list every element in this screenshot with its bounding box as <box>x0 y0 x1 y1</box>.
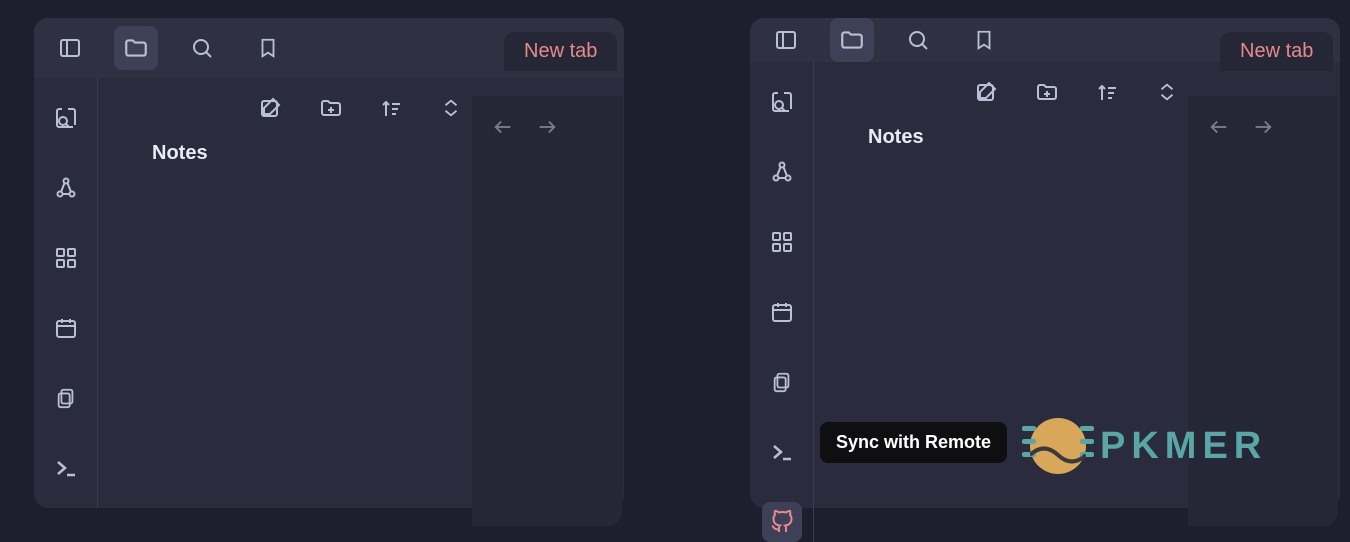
github-sync-icon[interactable] <box>762 502 802 542</box>
graph-icon[interactable] <box>46 168 86 208</box>
calendar-icon[interactable] <box>762 292 802 332</box>
folder-icon[interactable] <box>830 18 874 62</box>
nav-forward-icon[interactable] <box>1252 116 1274 138</box>
new-folder-icon[interactable] <box>315 92 347 124</box>
search-icon[interactable] <box>180 26 224 70</box>
command-icon[interactable] <box>762 432 802 472</box>
search-icon[interactable] <box>896 18 940 62</box>
left-rail <box>750 62 814 542</box>
new-note-icon[interactable] <box>971 76 1003 108</box>
watermark-text: PKMER <box>1100 425 1267 468</box>
app-window-left: New tab <box>34 18 624 508</box>
sidebar-toggle-icon[interactable] <box>764 18 808 62</box>
command-icon[interactable] <box>46 448 86 488</box>
new-note-icon[interactable] <box>255 92 287 124</box>
top-toolbar: New tab <box>34 18 624 78</box>
bookmark-icon[interactable] <box>962 18 1006 62</box>
quick-switcher-icon[interactable] <box>762 82 802 122</box>
collapse-icon[interactable] <box>1151 76 1183 108</box>
editor-pane <box>472 96 622 526</box>
graph-icon[interactable] <box>762 152 802 192</box>
calendar-icon[interactable] <box>46 308 86 348</box>
bookmark-icon[interactable] <box>246 26 290 70</box>
tooltip-sync: Sync with Remote <box>820 422 1007 463</box>
sidebar-toggle-icon[interactable] <box>48 26 92 70</box>
nav-back-icon[interactable] <box>492 116 514 138</box>
watermark-logo-icon <box>1030 418 1086 474</box>
watermark: PKMER <box>1030 418 1267 474</box>
collapse-icon[interactable] <box>435 92 467 124</box>
new-folder-icon[interactable] <box>1031 76 1063 108</box>
quick-switcher-icon[interactable] <box>46 98 86 138</box>
templates-icon[interactable] <box>762 362 802 402</box>
nav-back-icon[interactable] <box>1208 116 1230 138</box>
tab-new[interactable]: New tab <box>504 32 617 71</box>
folder-icon[interactable] <box>114 26 158 70</box>
templates-icon[interactable] <box>46 378 86 418</box>
left-rail <box>34 78 98 508</box>
canvas-icon[interactable] <box>46 238 86 278</box>
top-toolbar: New tab <box>750 18 1340 62</box>
canvas-icon[interactable] <box>762 222 802 262</box>
tab-new[interactable]: New tab <box>1220 32 1333 71</box>
sort-icon[interactable] <box>375 92 407 124</box>
nav-forward-icon[interactable] <box>536 116 558 138</box>
sort-icon[interactable] <box>1091 76 1123 108</box>
